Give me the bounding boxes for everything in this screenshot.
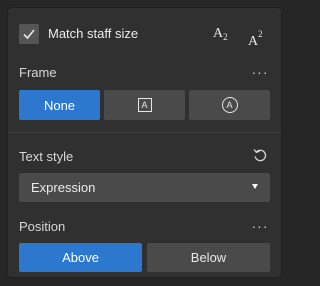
circle-frame-icon: A bbox=[221, 97, 238, 113]
square-frame-icon: A bbox=[137, 98, 152, 112]
position-above-button[interactable]: Above bbox=[19, 243, 142, 272]
chevron-down-icon bbox=[252, 184, 258, 189]
text-style-title: Text style bbox=[19, 149, 74, 164]
reset-icon[interactable] bbox=[250, 146, 270, 164]
frame-none-button[interactable]: None bbox=[19, 90, 100, 120]
match-staff-size-checkbox[interactable] bbox=[19, 24, 39, 44]
subscript-letter: A bbox=[213, 26, 224, 41]
text-style-dropdown[interactable]: Expression bbox=[19, 173, 270, 202]
text-style-value: Expression bbox=[31, 180, 96, 195]
frame-none-label: None bbox=[43, 97, 76, 113]
match-staff-size-label[interactable]: Match staff size bbox=[48, 26, 138, 42]
subscript-mark: 2 bbox=[223, 32, 228, 42]
frame-square-button[interactable]: A bbox=[104, 90, 185, 120]
superscript-mark: 2 bbox=[258, 29, 263, 39]
position-title: Position bbox=[19, 219, 66, 234]
frame-title: Frame bbox=[19, 65, 57, 80]
section-divider bbox=[8, 132, 281, 133]
superscript-letter: A bbox=[248, 34, 259, 49]
position-below-label: Below bbox=[190, 250, 227, 265]
position-more-button[interactable]: ··· bbox=[249, 219, 271, 235]
frame-more-button[interactable]: ··· bbox=[249, 65, 271, 81]
position-below-button[interactable]: Below bbox=[147, 243, 270, 272]
position-above-label: Above bbox=[62, 250, 99, 265]
text-properties-panel: Match staff size A2 A2 Frame ··· None A … bbox=[7, 7, 282, 278]
checkmark-icon bbox=[23, 29, 35, 40]
superscript-button[interactable]: A2 bbox=[248, 23, 263, 49]
frame-circle-button[interactable]: A bbox=[189, 90, 270, 120]
subscript-button[interactable]: A2 bbox=[213, 23, 228, 45]
